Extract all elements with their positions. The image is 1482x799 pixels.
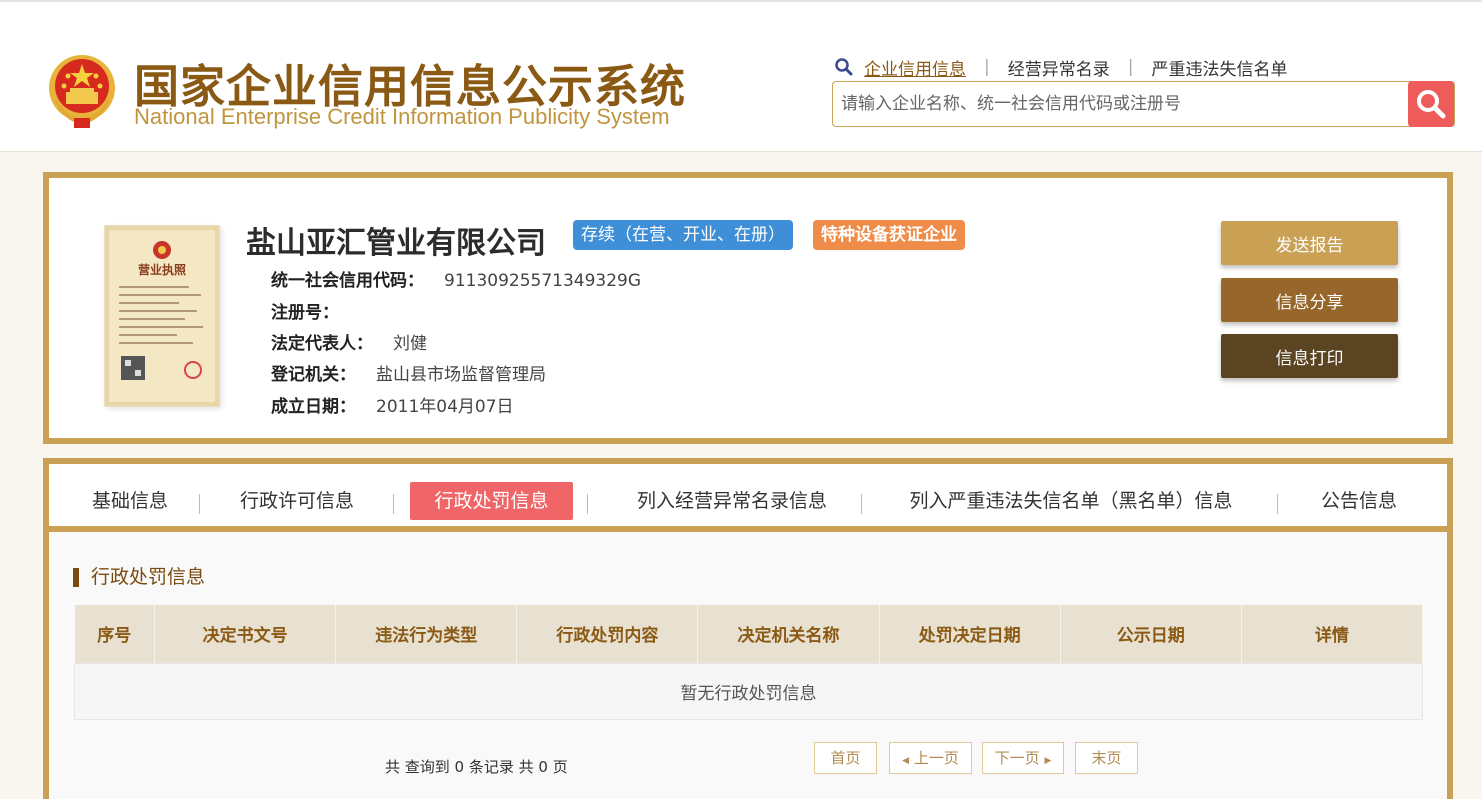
tab-admin-penalty[interactable]: 行政处罚信息 — [410, 482, 573, 520]
share-info-button[interactable]: 信息分享 — [1221, 278, 1398, 322]
col-decision-date: 处罚决定日期 — [879, 605, 1061, 663]
next-page-button[interactable]: 下一页 ▶ — [982, 742, 1064, 774]
tab-blacklist[interactable]: 列入严重违法失信名单（黑名单）信息 — [895, 482, 1247, 520]
table-row: 暂无行政处罚信息 — [74, 662, 1423, 720]
special-equipment-badge: 特种设备获证企业 — [813, 220, 965, 250]
info-legal-rep: 法定代表人： 刘健 — [271, 334, 427, 354]
print-info-button[interactable]: 信息打印 — [1221, 334, 1398, 378]
info-established-date: 成立日期： 2011年04月07日 — [271, 397, 514, 417]
col-publish-date: 公示日期 — [1060, 605, 1242, 663]
business-license-image[interactable]: 营业执照 — [105, 226, 219, 406]
site-header: 国家企业信用信息公示系统 National Enterprise Credit … — [0, 0, 1482, 152]
empty-message: 暂无行政处罚信息 — [74, 662, 1423, 720]
tab-admin-license[interactable]: 行政许可信息 — [231, 482, 363, 520]
nav-blacklist[interactable]: 严重违法失信名单 — [1151, 55, 1287, 80]
tab-bar: 基础信息 行政许可信息 行政处罚信息 列入经营异常名录信息 列入严重违法失信名单… — [49, 464, 1447, 532]
info-reg-authority: 登记机关： 盐山县市场监督管理局 — [271, 365, 546, 385]
pagination-summary: 共 查询到 0 条记录 共 0 页 — [385, 758, 568, 776]
info-reg-no: 注册号： — [271, 303, 339, 323]
col-decision-no: 决定书文号 — [154, 605, 337, 663]
col-index: 序号 — [74, 605, 156, 663]
top-nav: 企业信用信息 | 经营异常名录 | 严重违法失信名单 — [834, 54, 1287, 80]
info-credit-code: 统一社会信用代码： 91130925571349329G — [271, 271, 642, 291]
status-badge: 存续（在营、开业、在册） — [573, 220, 793, 250]
search-box — [832, 81, 1455, 127]
send-report-button[interactable]: 发送报告 — [1221, 221, 1398, 265]
col-authority-name: 决定机关名称 — [697, 605, 880, 663]
license-icon: 营业执照 — [119, 241, 203, 380]
tab-basic-info[interactable]: 基础信息 — [77, 482, 183, 520]
site-subtitle: National Enterprise Credit Information P… — [134, 104, 670, 129]
table-header-row: 序号 决定书文号 违法行为类型 行政处罚内容 决定机关名称 处罚决定日期 公示日… — [74, 605, 1424, 663]
tabs-panel: 基础信息 行政许可信息 行政处罚信息 列入经营异常名录信息 列入严重违法失信名单… — [43, 458, 1453, 799]
col-violation-type: 违法行为类型 — [335, 605, 518, 663]
search-button[interactable] — [1408, 81, 1454, 127]
chevron-left-icon: ◀ — [902, 756, 910, 766]
company-card: 营业执照 盐山亚汇管业有限公司 存续（在营、开业、在册） 特种设备获证企业 统一… — [43, 172, 1453, 444]
first-page-button[interactable]: 首页 — [814, 742, 877, 774]
last-page-button[interactable]: 末页 — [1075, 742, 1138, 774]
col-details: 详情 — [1241, 605, 1424, 663]
search-icon — [1417, 90, 1446, 119]
chevron-right-icon: ▶ — [1044, 756, 1052, 766]
nav-credit-info[interactable]: 企业信用信息 — [864, 55, 966, 80]
tab-abnormal-list[interactable]: 列入经营异常名录信息 — [619, 482, 845, 520]
company-name: 盐山亚汇管业有限公司 — [246, 226, 546, 261]
tab-announcement[interactable]: 公告信息 — [1311, 482, 1407, 520]
nav-abnormal-list[interactable]: 经营异常名录 — [1008, 55, 1110, 80]
col-penalty-content: 行政处罚内容 — [516, 605, 699, 663]
penalty-table: 序号 决定书文号 违法行为类型 行政处罚内容 决定机关名称 处罚决定日期 公示日… — [74, 605, 1424, 720]
search-input[interactable] — [833, 82, 1408, 126]
section-title: 行政处罚信息 — [73, 568, 205, 587]
national-emblem-icon — [49, 55, 115, 128]
search-icon — [835, 58, 853, 76]
prev-page-button[interactable]: ◀ 上一页 — [889, 742, 972, 774]
svg-text:营业执照: 营业执照 — [138, 262, 186, 277]
